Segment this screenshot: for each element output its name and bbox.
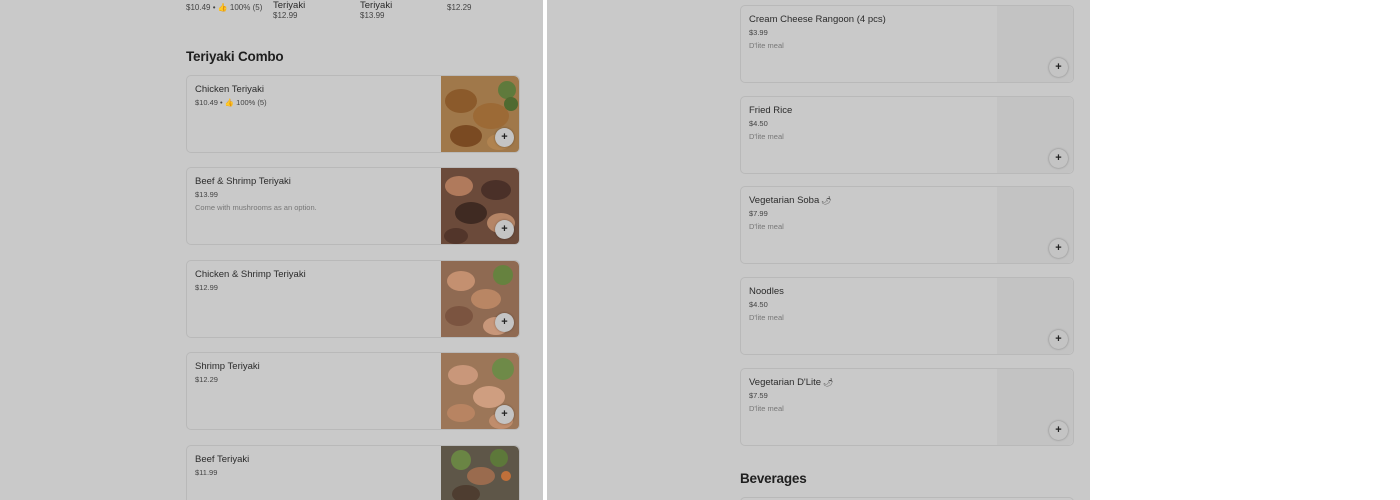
menu-item-price: $7.59 [749, 391, 768, 400]
menu-item-name: Cream Cheese Rangoon (4 pcs) [749, 14, 886, 25]
spicy-icon: 🌶 [823, 378, 834, 387]
add-button[interactable]: + [1049, 239, 1068, 258]
menu-item-price: $12.99 [195, 283, 218, 292]
menu-item-price: $7.99 [749, 209, 768, 218]
menu-item-card[interactable]: Fried Rice $4.50 D'lite meal + [740, 96, 1074, 174]
menu-item-price: $12.29 [195, 375, 218, 384]
carousel-item[interactable]: Teriyaki $13.99 [360, 1, 392, 21]
menu-item-card[interactable]: Cream Cheese Rangoon (4 pcs) $3.99 D'lit… [740, 5, 1074, 83]
menu-item-description: D'lite meal [749, 41, 784, 50]
add-button[interactable]: + [1049, 58, 1068, 77]
add-button[interactable]: + [495, 128, 514, 147]
menu-item-name: Beef Teriyaki [195, 454, 250, 465]
carousel-item-price: $13.99 [360, 11, 385, 20]
menu-item-card[interactable]: Beef & Shrimp Teriyaki $13.99 Come with … [186, 167, 520, 245]
menu-item-name: Shrimp Teriyaki [195, 361, 260, 372]
menu-item-description: D'lite meal [749, 404, 784, 413]
add-button[interactable]: + [1049, 149, 1068, 168]
carousel-item-title: Teriyaki [360, 0, 393, 11]
menu-item-description: Come with mushrooms as an option. [195, 203, 317, 212]
add-button[interactable]: + [1049, 330, 1068, 349]
spicy-icon: 🌶 [821, 196, 832, 205]
menu-item-card[interactable]: Beef Teriyaki $11.99 [186, 445, 520, 500]
menu-item-name: Chicken & Shrimp Teriyaki [195, 269, 306, 280]
menu-item-name-text: Vegetarian Soba [749, 195, 820, 206]
add-button[interactable]: + [495, 220, 514, 239]
menu-item-price: $3.99 [749, 28, 768, 37]
carousel-item-title: Teriyaki [273, 0, 306, 11]
menu-item-card[interactable]: Vegetarian D'Lite 🌶 $7.59 D'lite meal + [740, 368, 1074, 446]
menu-item-name: Fried Rice [749, 105, 793, 116]
add-button[interactable]: + [495, 313, 514, 332]
menu-item-price: $4.50 [749, 300, 768, 309]
right-menu-panel: Cream Cheese Rangoon (4 pcs) $3.99 D'lit… [547, 0, 1090, 500]
menu-item-card[interactable]: Chicken & Shrimp Teriyaki $12.99 + [186, 260, 520, 338]
menu-item-price: $11.99 [195, 468, 218, 477]
menu-item-name: Vegetarian D'Lite 🌶 [749, 377, 833, 388]
add-button[interactable]: + [1049, 421, 1068, 440]
menu-item-name: Chicken Teriyaki [195, 84, 264, 95]
menu-item-name-text: Vegetarian D'Lite [749, 377, 822, 388]
carousel-item[interactable]: $12.29 [447, 3, 471, 13]
menu-item-card[interactable]: Chicken Teriyaki $10.49 • 👍 100% (5) + [186, 75, 520, 153]
menu-item-card[interactable]: Noodles $4.50 D'lite meal + [740, 277, 1074, 355]
menu-item-price: $10.49 • 👍 100% (5) [195, 98, 267, 107]
left-menu-panel: $10.49 • 👍 100% (5) Teriyaki $12.99 Teri… [0, 0, 543, 500]
menu-item-name: Noodles [749, 286, 784, 297]
carousel-item[interactable]: $10.49 • 👍 100% (5) [186, 3, 262, 13]
featured-carousel: $10.49 • 👍 100% (5) Teriyaki $12.99 Teri… [186, 0, 536, 26]
add-button[interactable]: + [495, 405, 514, 424]
carousel-item-price: $12.29 [447, 3, 472, 12]
menu-item-price: $4.50 [749, 119, 768, 128]
carousel-item-price: $10.49 • 👍 100% (5) [186, 3, 263, 12]
menu-item-description: D'lite meal [749, 313, 784, 322]
menu-item-description: D'lite meal [749, 132, 784, 141]
food-image[interactable] [441, 446, 519, 500]
carousel-item[interactable]: Teriyaki $12.99 [273, 1, 305, 21]
menu-item-description: D'lite meal [749, 222, 784, 231]
menu-item-card[interactable]: Shrimp Teriyaki $12.29 + [186, 352, 520, 430]
menu-item-name: Vegetarian Soba 🌶 [749, 195, 831, 206]
carousel-item-price: $12.99 [273, 11, 298, 20]
section-title: Beverages [740, 471, 807, 486]
menu-item-price: $13.99 [195, 190, 218, 199]
section-title: Teriyaki Combo [186, 49, 284, 64]
menu-item-card[interactable]: Vegetarian Soba 🌶 $7.99 D'lite meal + [740, 186, 1074, 264]
menu-item-name: Beef & Shrimp Teriyaki [195, 176, 291, 187]
